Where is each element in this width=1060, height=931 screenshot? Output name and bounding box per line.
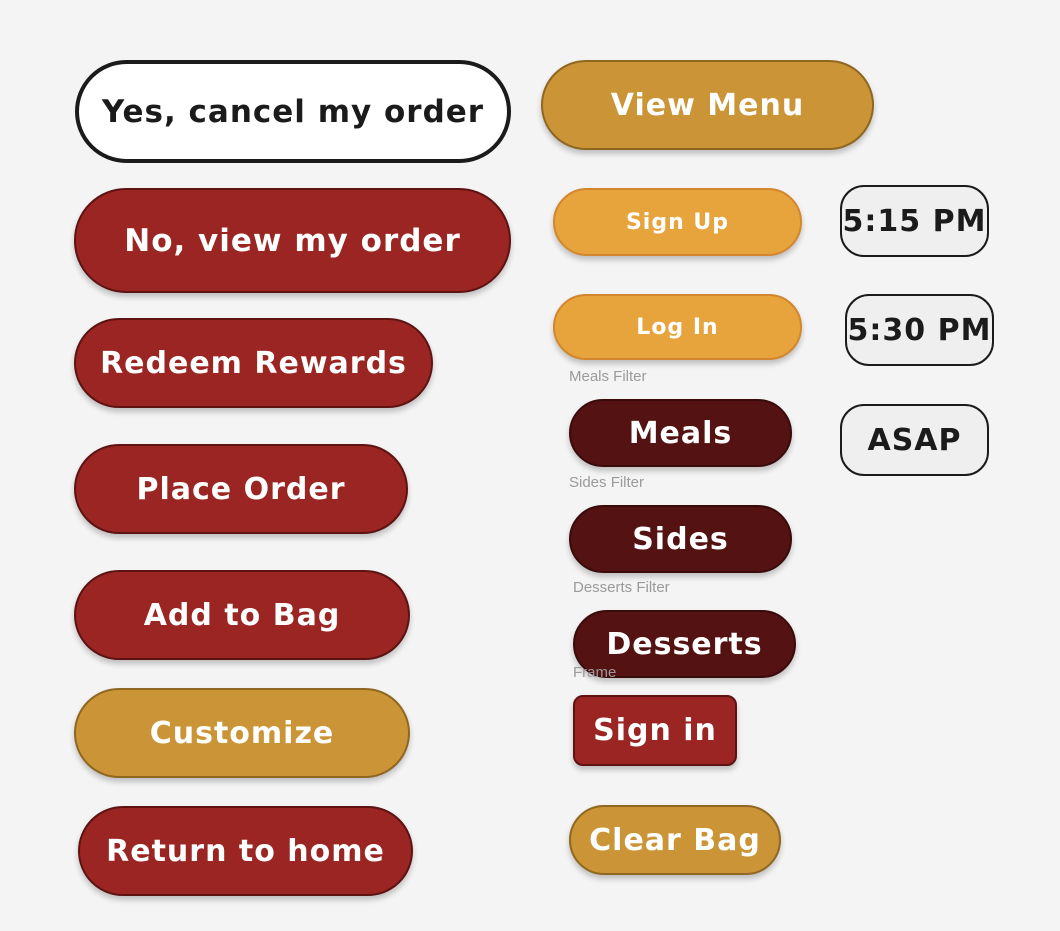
add-to-bag-button[interactable]: Add to Bag <box>74 570 410 660</box>
return-home-button[interactable]: Return to home <box>78 806 413 896</box>
time-option-530[interactable]: 5:30 PM <box>845 294 994 366</box>
time-option-asap[interactable]: ASAP <box>840 404 989 476</box>
view-order-button[interactable]: No, view my order <box>74 188 511 293</box>
frame-label: Frame <box>573 664 617 681</box>
meals-filter-button[interactable]: Meals <box>569 399 792 467</box>
place-order-button[interactable]: Place Order <box>74 444 408 534</box>
sign-up-button[interactable]: Sign Up <box>553 188 802 256</box>
time-option-515[interactable]: 5:15 PM <box>840 185 989 257</box>
sides-filter-label: Sides Filter <box>569 474 645 491</box>
sides-filter-button[interactable]: Sides <box>569 505 792 573</box>
clear-bag-button[interactable]: Clear Bag <box>569 805 781 875</box>
view-menu-button[interactable]: View Menu <box>541 60 874 150</box>
desserts-filter-label: Desserts Filter <box>573 579 670 596</box>
log-in-button[interactable]: Log In <box>553 294 802 360</box>
redeem-rewards-button[interactable]: Redeem Rewards <box>74 318 433 408</box>
cancel-order-button[interactable]: Yes, cancel my order <box>75 60 511 163</box>
meals-filter-label: Meals Filter <box>569 368 647 385</box>
sign-in-button[interactable]: Sign in <box>573 695 737 766</box>
customize-button[interactable]: Customize <box>74 688 410 778</box>
